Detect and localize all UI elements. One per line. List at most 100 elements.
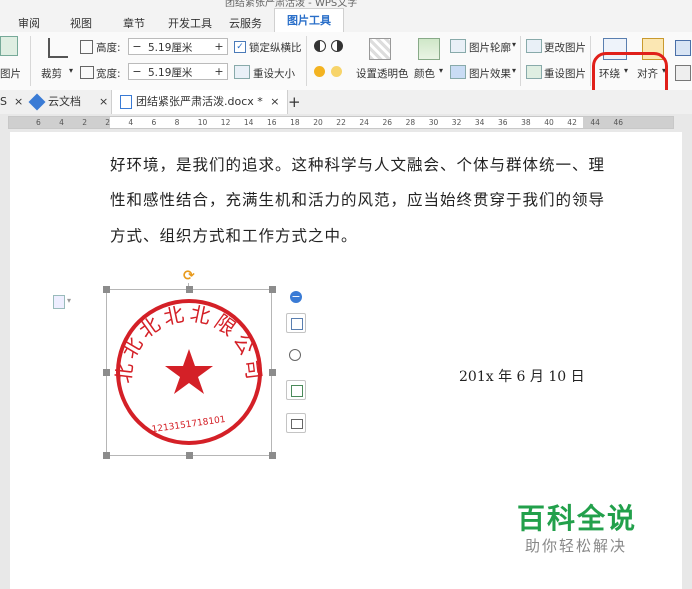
menu-bar: 审阅 视图 章节 开发工具 云服务 图片工具 <box>0 8 692 33</box>
ruler-tick: 32 <box>451 118 462 127</box>
height-increase-button[interactable]: + <box>212 39 226 54</box>
resize-handle-e[interactable] <box>269 369 276 376</box>
change-picture-button[interactable]: 更改图片 <box>544 40 586 55</box>
width-value[interactable]: 5.19厘米 <box>148 65 192 80</box>
insert-picture-button[interactable]: 图片 <box>0 66 21 81</box>
reset-picture-icon[interactable] <box>526 65 542 79</box>
paragraph-marker-icon[interactable] <box>53 295 65 309</box>
ruler-tick: 28 <box>405 118 416 127</box>
rotate-handle-icon[interactable]: ⟳ <box>183 268 195 284</box>
reset-picture-button[interactable]: 重设图片 <box>544 66 586 81</box>
color-button[interactable]: 颜色 <box>414 66 435 81</box>
document-icon <box>120 95 132 109</box>
change-picture-icon[interactable] <box>526 39 542 53</box>
brightness-icon[interactable] <box>314 66 325 77</box>
floating-wrap-button[interactable] <box>286 313 306 333</box>
floating-crop-button[interactable] <box>286 380 306 400</box>
picture-icon[interactable] <box>0 36 18 56</box>
width-increase-button[interactable]: + <box>212 64 226 79</box>
ruler-tick: 36 <box>498 118 508 127</box>
resize-handle-ne[interactable] <box>269 286 276 293</box>
document-date[interactable]: 201x 年 6 月 10 日 <box>459 366 585 386</box>
brightness-decrease-icon[interactable] <box>331 66 342 77</box>
width-label: 宽度: <box>96 68 121 80</box>
stamp-number: 1213151718101 <box>151 415 226 435</box>
picture-effect-icon[interactable] <box>450 65 466 79</box>
chevron-down-icon[interactable]: ▾ <box>512 66 516 75</box>
cloud-docs-icon <box>28 93 46 111</box>
tab-cloud[interactable]: 云服务 <box>229 15 262 31</box>
close-icon[interactable]: × <box>14 90 23 114</box>
ruler-tick: 2 <box>82 118 87 127</box>
width-icon <box>80 66 94 79</box>
paragraph-line-3[interactable]: 方式、组织方式和工作方式之中。 <box>110 224 358 246</box>
paragraph-line-1[interactable]: 好环境，是我们的追求。这种科学与人文融会、个体与群体统一、理 <box>110 153 605 175</box>
stamp-image[interactable]: 北北北北北限公司 1213151718101 <box>104 287 274 458</box>
zoom-icon <box>289 349 301 361</box>
chevron-down-icon[interactable]: ▾ <box>69 66 73 75</box>
tab-cloud-docs[interactable]: 云文档 <box>48 90 81 114</box>
picture-outline-button[interactable]: 图片轮廓 <box>469 40 511 55</box>
ruler-tick: 40 <box>544 118 554 127</box>
height-decrease-button[interactable]: − <box>130 39 144 54</box>
lock-ratio-checkbox[interactable]: ✓ <box>234 41 246 53</box>
picture-outline-icon[interactable] <box>450 39 466 53</box>
resize-handle-n[interactable] <box>186 286 193 293</box>
ruler-tick: 18 <box>290 118 300 127</box>
paragraph-line-2[interactable]: 性和感性结合，充满生机和活力的风范，应当始终贯穿于我们的领导 <box>110 188 605 210</box>
contrast-icon[interactable] <box>314 40 326 52</box>
chevron-down-icon[interactable]: ▾ <box>512 40 516 49</box>
ruler-tick: 14 <box>243 118 254 127</box>
floating-border-button[interactable] <box>286 413 306 433</box>
new-tab-button[interactable]: + <box>288 90 301 114</box>
height-field[interactable]: − 5.19厘米 + <box>128 38 228 55</box>
tab-view[interactable]: 视图 <box>70 15 92 31</box>
tab-developer[interactable]: 开发工具 <box>168 15 212 31</box>
resize-handle-se[interactable] <box>269 452 276 459</box>
tab-fragment[interactable]: S <box>0 90 7 114</box>
picture-effect-button[interactable]: 图片效果 <box>469 66 511 81</box>
reset-size-icon[interactable] <box>234 65 250 79</box>
height-icon <box>80 40 93 54</box>
wrap-icon <box>291 318 303 330</box>
resize-handle-s[interactable] <box>186 452 193 459</box>
flip-icon[interactable] <box>675 65 691 81</box>
resize-handle-sw[interactable] <box>103 452 110 459</box>
reset-size-button[interactable]: 重设大小 <box>253 66 295 81</box>
ruler-tick: 16 <box>267 118 277 127</box>
horizontal-ruler[interactable]: 6 4 2 2 4 6 8 10 12 14 16 18 20 22 24 26 28 30 32 34 36 38 40 4… <box>8 116 674 129</box>
tab-chapter[interactable]: 章节 <box>123 15 145 31</box>
watermark-subtitle: 助你轻松解决 <box>525 537 628 555</box>
ruler-tick: 26 <box>382 118 393 127</box>
collapse-toolbar-icon[interactable]: − <box>290 291 302 303</box>
close-icon[interactable]: × <box>99 90 108 114</box>
document-tab-bar: S × 云文档 × 团结紧张严肃活泼.docx * × + <box>0 90 692 115</box>
chevron-down-icon[interactable]: ▾ <box>439 66 443 75</box>
close-icon[interactable]: × <box>270 95 279 108</box>
width-decrease-button[interactable]: − <box>130 64 144 79</box>
tab-review[interactable]: 审阅 <box>18 15 40 31</box>
crop-icon[interactable] <box>48 38 68 58</box>
rotate-icon[interactable] <box>675 40 691 56</box>
width-field[interactable]: − 5.19厘米 + <box>128 63 228 80</box>
height-value[interactable]: 5.19厘米 <box>148 40 192 55</box>
ruler-tick: 6 <box>36 118 41 127</box>
resize-handle-nw[interactable] <box>103 286 110 293</box>
ruler-tick: 22 <box>336 118 346 127</box>
tab-active-document[interactable]: 团结紧张严肃活泼.docx * × <box>111 90 289 114</box>
tab-picture-tools[interactable]: 图片工具 <box>274 8 344 33</box>
color-icon[interactable] <box>418 38 440 60</box>
transparent-icon[interactable] <box>369 38 391 60</box>
lock-ratio-label[interactable]: 锁定纵横比 <box>249 40 302 55</box>
chevron-down-icon[interactable]: ▾ <box>67 296 71 305</box>
resize-handle-w[interactable] <box>103 369 110 376</box>
ruler-tick: 2 <box>105 118 111 127</box>
crop-button[interactable]: 裁剪 <box>41 66 62 81</box>
floating-zoom-button[interactable] <box>286 346 306 366</box>
ruler-tick: 12 <box>220 118 231 127</box>
ruler-tick: 4 <box>128 118 134 127</box>
ruler-tick: 42 <box>567 118 577 127</box>
set-transparent-button[interactable]: 设置透明色 <box>356 66 409 81</box>
contrast-decrease-icon[interactable] <box>331 40 343 52</box>
ruler-tick: 34 <box>474 118 485 127</box>
